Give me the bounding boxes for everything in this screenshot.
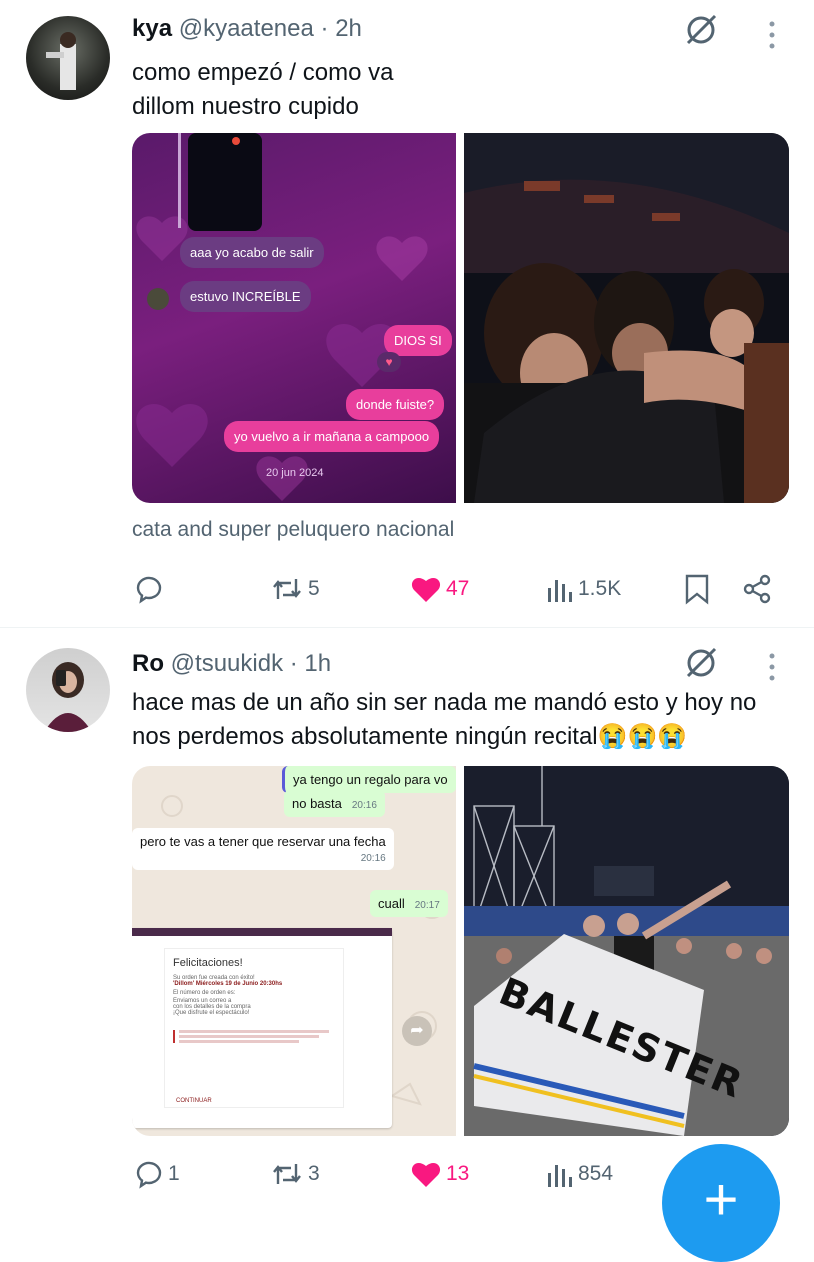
heart-filled-icon — [411, 578, 441, 602]
email-line: ¡Que disfrute el espectáculo! — [173, 1010, 250, 1016]
tweet-header: kya @kyaatenea · 2h — [132, 15, 362, 43]
like-button[interactable]: 13 — [410, 1154, 469, 1194]
chat-message-text: no basta — [292, 796, 342, 811]
reply-button[interactable] — [132, 569, 168, 609]
tweet-text-line: como empezó / como va — [132, 59, 394, 86]
timestamp[interactable]: 1h — [304, 650, 331, 677]
share-button[interactable] — [742, 569, 772, 609]
retweet-icon — [273, 579, 301, 599]
display-name[interactable]: kya — [132, 15, 172, 42]
views-button[interactable]: 854 — [546, 1154, 613, 1194]
chat-message: aaa yo acabo de salir — [180, 237, 324, 268]
tweet-text-line: dillom nuestro cupido — [132, 93, 359, 120]
avatar[interactable] — [26, 648, 110, 732]
email-line: 'Dillom' Miércoles 19 de Junio 20:30hs — [173, 981, 283, 987]
bookmark-icon — [685, 574, 709, 605]
retweet-icon — [273, 1164, 301, 1184]
chat-message-text: pero te vas a tener que reservar una fec… — [140, 834, 386, 849]
grok-icon[interactable] — [684, 646, 718, 680]
share-icon — [743, 574, 771, 604]
chat-message: donde fuiste? — [346, 389, 445, 420]
media-image-chat[interactable]: aaa yo acabo de salir estuvo INCREÍBLE D… — [132, 133, 456, 503]
like-count: 13 — [446, 1162, 470, 1185]
tweet-text: como empezó / como va dillom nuestro cup… — [132, 56, 797, 124]
retweet-button[interactable]: 5 — [270, 569, 320, 609]
separator: · — [320, 15, 329, 42]
timestamp[interactable]: 2h — [335, 15, 362, 42]
email-line: El número de orden es: — [173, 990, 236, 996]
tweet-1[interactable]: kya @kyaatenea · 2h como empezó / como v… — [0, 0, 814, 626]
email-card: Felicitaciones! Su orden fue creada con … — [164, 948, 344, 1108]
chat-message-text: cuall — [378, 896, 405, 911]
concert-photo — [464, 133, 789, 503]
like-button[interactable]: 47 — [410, 569, 469, 609]
handle[interactable]: @tsuukidk — [171, 650, 283, 677]
reply-button[interactable]: 1 — [132, 1154, 180, 1194]
retweet-count: 5 — [308, 577, 320, 600]
separator: · — [289, 650, 298, 677]
display-name[interactable]: Ro — [132, 650, 164, 677]
reply-icon — [136, 576, 162, 604]
tweet-2[interactable]: Ro @tsuukidk · 1h hace mas de un año sin… — [0, 628, 814, 1200]
more-options-icon[interactable] — [767, 652, 777, 682]
email-time: 20:17 — [358, 1111, 384, 1122]
retweet-button[interactable]: 3 — [270, 1154, 320, 1194]
handle[interactable]: @kyaatenea — [179, 15, 314, 42]
chat-message: pero te vas a tener que reservar una fec… — [132, 828, 394, 870]
chat-message: cuall 20:17 — [370, 890, 448, 917]
avatar-photo — [46, 32, 76, 90]
chat-message-time: 20:17 — [414, 900, 440, 911]
views-count: 854 — [578, 1162, 614, 1185]
email-screenshot: Felicitaciones! Su orden fue creada con … — [132, 928, 392, 1128]
chat-message: no basta 20:16 — [284, 790, 385, 817]
chat-message-time: 20:16 — [351, 800, 377, 811]
more-options-icon[interactable] — [767, 20, 777, 50]
avatar-photo — [44, 662, 92, 732]
media-image-flag[interactable]: BALLESTER — [464, 766, 789, 1136]
chat-message: DIOS SI — [384, 325, 452, 356]
chat-date: 20 jun 2024 — [266, 467, 324, 479]
views-button[interactable]: 1.5K — [546, 569, 621, 609]
analytics-icon — [548, 580, 572, 602]
grok-icon[interactable] — [684, 13, 718, 47]
retweet-count: 3 — [308, 1162, 320, 1185]
reply-icon — [136, 1161, 162, 1189]
analytics-icon — [548, 1165, 572, 1187]
email-fineprint — [173, 1030, 335, 1043]
like-count: 47 — [446, 577, 470, 600]
tweet-header: Ro @tsuukidk · 1h — [132, 650, 331, 678]
compose-button[interactable]: + — [662, 1144, 780, 1262]
forward-icon: ➦ — [402, 1016, 432, 1046]
media-image-whatsapp[interactable]: ya tengo un regalo para vo no basta 20:16… — [132, 766, 456, 1136]
bookmark-button[interactable] — [684, 569, 710, 609]
heart-reaction-icon: ♥ — [377, 352, 401, 372]
heart-filled-icon — [411, 1163, 441, 1187]
views-count: 1.5K — [578, 577, 622, 600]
email-continue-button: CONTINUAR — [176, 1098, 212, 1104]
media-caption: cata and super peluquero nacional — [132, 518, 455, 541]
quoted-message: ya tengo un regalo para vo — [282, 766, 456, 793]
email-header-bar — [132, 928, 392, 936]
chat-message-time: 20:16 — [360, 853, 386, 864]
tweet-actions: 5 47 1.5K — [132, 569, 792, 609]
reply-count: 1 — [168, 1162, 180, 1185]
chat-message: yo vuelvo a ir mañana a campooo — [224, 421, 440, 452]
chat-message: estuvo INCREÍBLE — [180, 281, 311, 312]
avatar[interactable] — [26, 16, 110, 100]
tweet-text: hace mas de un año sin ser nada me mandó… — [132, 689, 757, 750]
media-image-concert[interactable] — [464, 133, 789, 503]
email-title: Felicitaciones! — [173, 957, 243, 969]
